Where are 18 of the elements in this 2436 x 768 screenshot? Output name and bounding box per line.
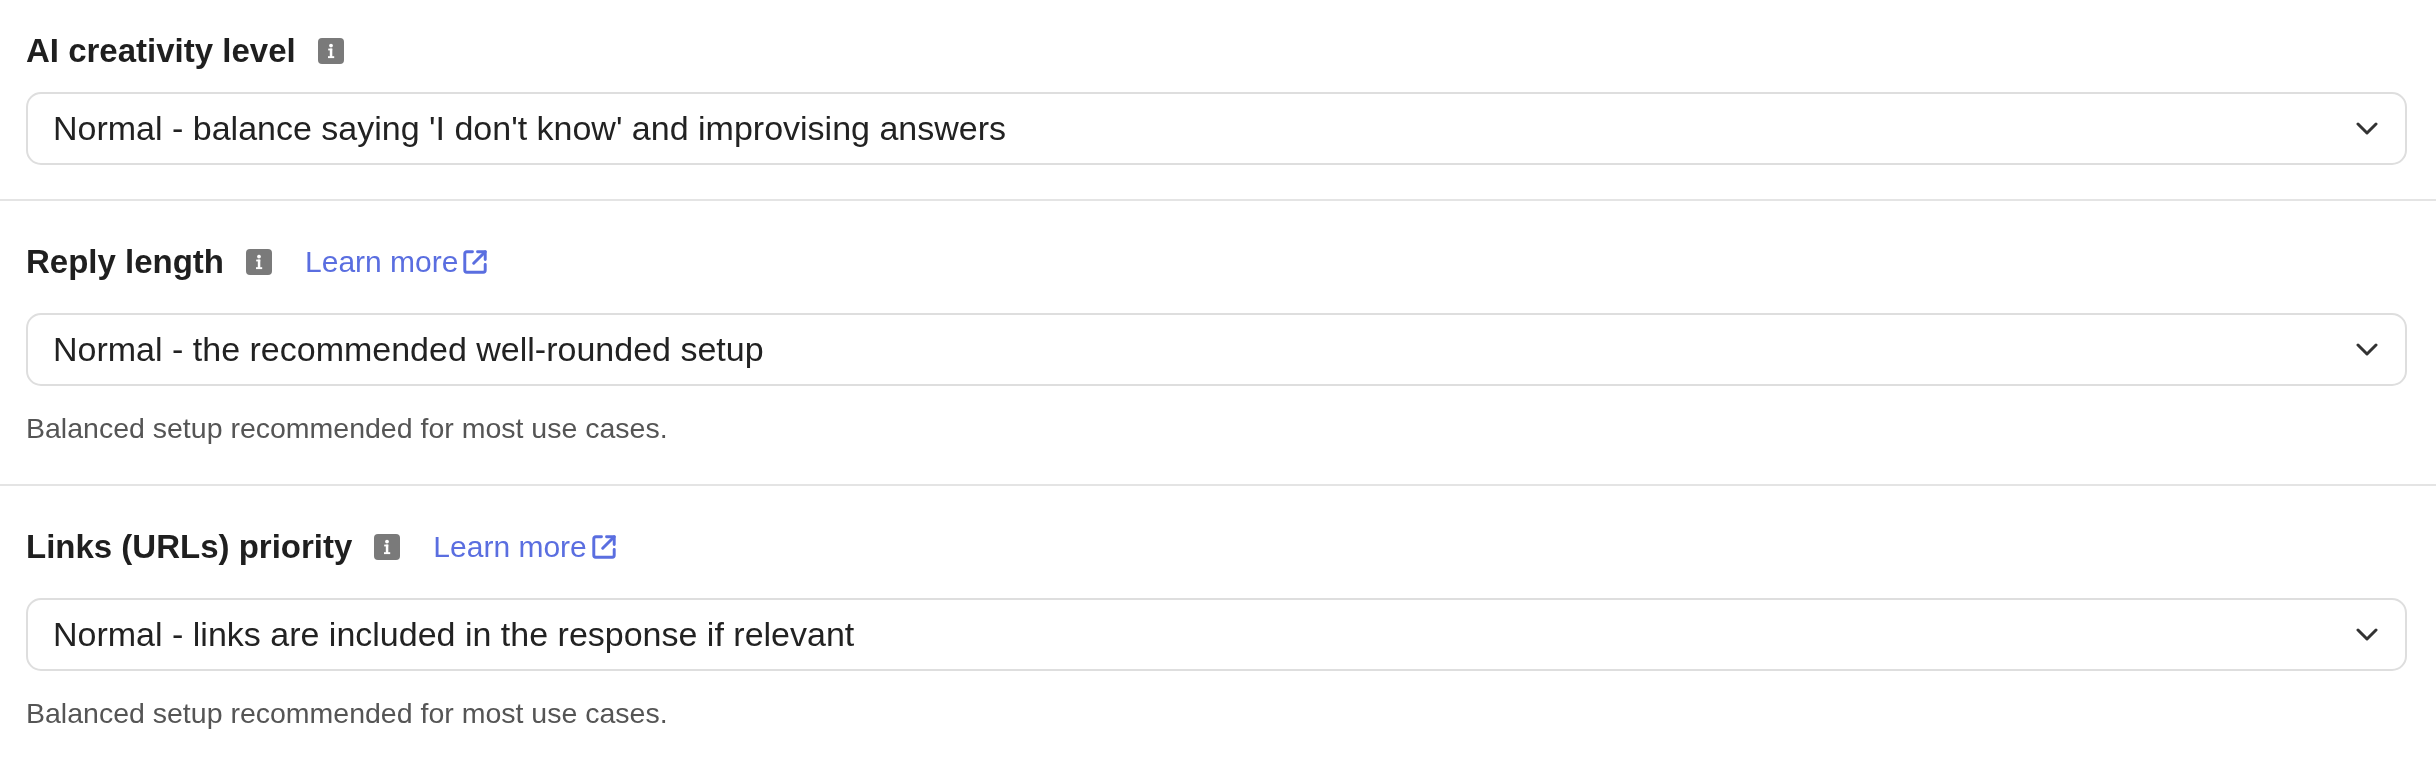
helper-text: Balanced setup recommended for most use cases.: [26, 696, 669, 731]
dropdown-field[interactable]: Normal - the recommended well-rounded setup: [26, 313, 2407, 386]
learn-more-link[interactable]: Learn more: [305, 244, 488, 280]
setting-label: Reply length: [26, 242, 225, 282]
external-link-icon: [463, 250, 488, 274]
setting-label: Links (URLs) priority: [26, 527, 353, 567]
info-icon: [317, 38, 344, 64]
dropdown-field[interactable]: Normal - links are included in the response if relevant: [26, 598, 2407, 671]
chevron-down-icon: [2356, 628, 2378, 641]
dropdown-field[interactable]: Normal - balance saying 'I don't know' and improvising answers: [26, 92, 2407, 165]
info-icon: [246, 249, 273, 275]
chevron-down-icon: [2356, 122, 2378, 135]
learn-more-link[interactable]: Learn more: [433, 529, 616, 565]
external-link-icon: [591, 535, 616, 559]
helper-text: Balanced setup recommended for most use cases.: [26, 411, 669, 446]
info-icon: [374, 534, 401, 560]
chevron-down-icon: [2356, 343, 2378, 356]
setting-label: AI creativity level: [26, 31, 296, 71]
